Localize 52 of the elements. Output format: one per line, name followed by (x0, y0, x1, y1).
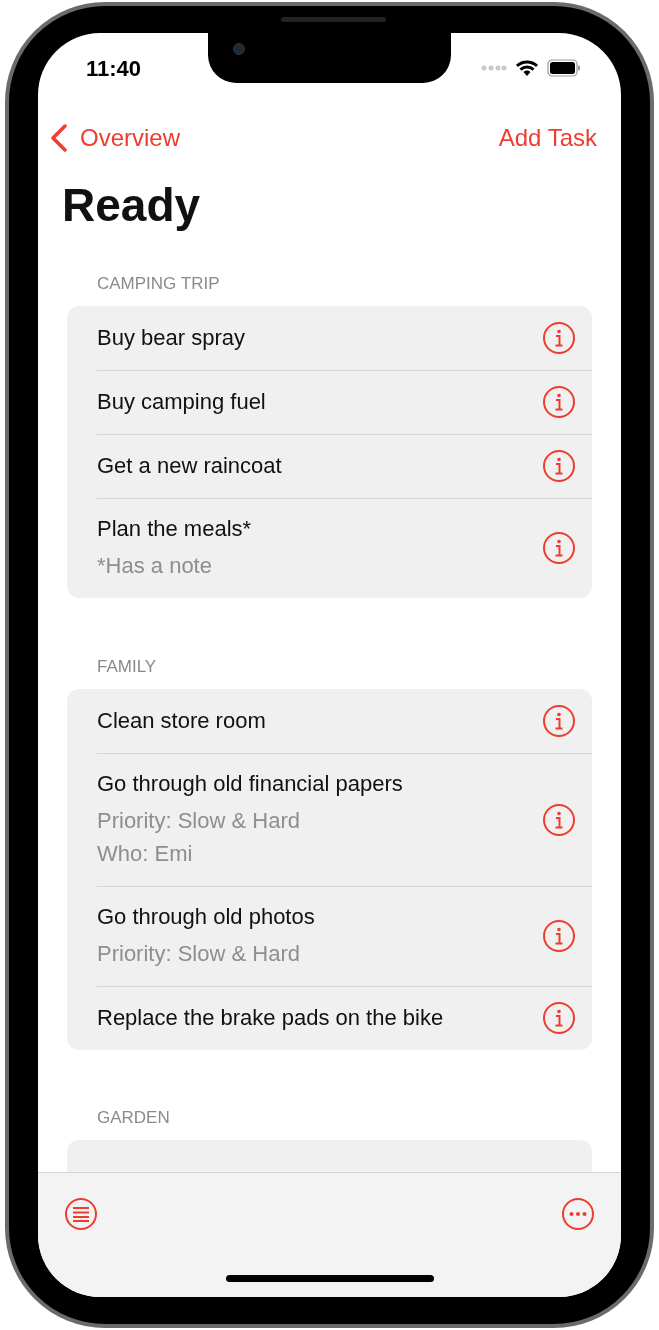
battery-icon (547, 59, 581, 77)
info-icon (542, 531, 576, 565)
info-button[interactable] (542, 919, 576, 953)
task-row[interactable]: Get a new raincoat (67, 434, 592, 498)
wifi-icon (515, 59, 539, 77)
status-time: 11:40 (86, 54, 142, 83)
info-icon (542, 802, 576, 837)
info-button[interactable] (542, 449, 576, 483)
section-header: FAMILY (97, 655, 157, 678)
task-row[interactable]: Clean store room (67, 689, 592, 753)
task-row[interactable]: Plan the meals* *Has a note (67, 498, 592, 598)
info-icon (542, 704, 576, 738)
task-title: Go through old financial papers (97, 770, 404, 798)
task-detail: Who: Emi (97, 840, 194, 868)
task-title: Go through old photos (97, 903, 316, 931)
task-row[interactable]: Go through old financial papers Priority: Slow & Hard Who: Emi (67, 753, 592, 886)
info-icon (542, 449, 576, 483)
task-row[interactable]: Replace the brake pads on the bike (67, 986, 592, 1050)
task-detail: Priority: Slow & Hard (97, 807, 301, 835)
task-detail: Priority: Slow & Hard (97, 940, 301, 968)
task-row[interactable]: Buy bear spray (67, 306, 592, 370)
back-button[interactable]: Overview (50, 120, 181, 156)
task-title: Replace the brake pads on the bike (97, 1004, 445, 1032)
page-title: Ready (62, 177, 201, 233)
info-icon (542, 919, 576, 953)
add-task-button[interactable]: Add Task (498, 120, 597, 156)
info-button[interactable] (542, 321, 576, 355)
task-title: Buy bear spray (97, 324, 246, 352)
task-title: Clean store room (97, 707, 267, 735)
info-icon (542, 385, 576, 419)
info-button[interactable] (542, 385, 576, 419)
signal-icon (481, 65, 507, 71)
more-icon (561, 1197, 595, 1231)
task-title: Buy camping fuel (97, 388, 267, 416)
more-button[interactable] (561, 1197, 595, 1231)
task-detail: *Has a note (97, 552, 213, 580)
info-button[interactable] (542, 802, 576, 837)
chevron-left-icon (50, 124, 68, 152)
info-button[interactable] (542, 1001, 576, 1035)
list-icon (64, 1197, 98, 1231)
section-header: CAMPING TRIP (97, 272, 220, 295)
task-row[interactable]: Buy camping fuel (67, 370, 592, 434)
camera-icon (233, 43, 245, 55)
info-button[interactable] (542, 704, 576, 738)
info-icon (542, 1001, 576, 1035)
task-row[interactable]: Go through old photos Priority: Slow & Hard (67, 886, 592, 986)
info-button[interactable] (542, 531, 576, 565)
info-icon (542, 321, 576, 355)
list-button[interactable] (64, 1197, 98, 1231)
task-title: Plan the meals* (97, 515, 253, 543)
task-title: Get a new raincoat (97, 452, 283, 480)
section-header: GARDEN (97, 1106, 170, 1129)
